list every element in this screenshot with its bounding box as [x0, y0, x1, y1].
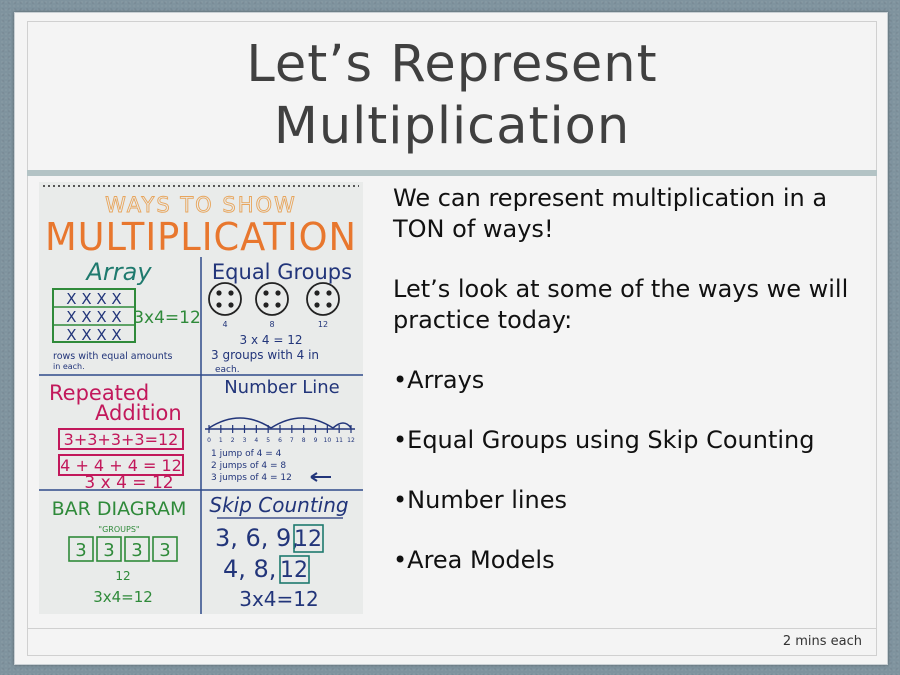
- bar-title: BAR DIAGRAM: [52, 498, 187, 520]
- numberline-tick-label: 1: [219, 437, 223, 444]
- poster-header-big: MULTIPLICATION: [45, 215, 357, 259]
- numberline-tick-label: 10: [324, 437, 332, 444]
- lead-paragraph: Let’s look at some of the ways we will p…: [393, 275, 849, 334]
- repeated-eq-1: 3+3+3+3=12: [64, 430, 179, 449]
- slide: Let’s Represent Multiplication WAYS TO S…: [14, 12, 888, 665]
- numberline-tick-label: 8: [302, 437, 306, 444]
- bar-total: 12: [115, 569, 130, 583]
- footer-bar: 2 mins each: [27, 628, 877, 656]
- bullet-equal-groups: •Equal Groups using Skip Counting: [393, 426, 815, 454]
- numberline-tick-label: 0: [207, 437, 211, 444]
- groups-title: Equal Groups: [212, 260, 352, 284]
- anchor-chart-image: WAYS TO SHOW MULTIPLICATION Array X X X …: [39, 182, 363, 614]
- numberline-note-1: 1 jump of 4 = 4: [211, 449, 282, 459]
- skip-row-2: 4, 8,: [223, 555, 276, 583]
- skip-row-1: 3, 6, 9,: [215, 524, 299, 552]
- repeated-title-2: Addition: [95, 401, 182, 425]
- bar-cell-3: 3: [131, 540, 142, 561]
- array-note-1: rows with equal amounts: [53, 351, 172, 362]
- slide-body-text: We can represent multiplication in a TON…: [393, 183, 863, 605]
- groups-equation: 3 x 4 = 12: [240, 333, 303, 347]
- bullet-area-models: •Area Models: [393, 546, 555, 574]
- numberline-tick-label: 12: [347, 437, 355, 444]
- numberline-tick-label: 11: [335, 437, 343, 444]
- slide-title-line-2: Multiplication: [273, 97, 631, 156]
- numberline-tick-label: 4: [254, 437, 258, 444]
- array-note-2: in each.: [53, 362, 85, 371]
- array-row-3: X X X X: [66, 326, 121, 344]
- poster-header-small: WAYS TO SHOW: [105, 193, 297, 217]
- bullet-number-lines: •Number lines: [393, 486, 568, 514]
- title-box: Let’s Represent Multiplication: [27, 21, 877, 171]
- skip-row-1-box-value: 12: [294, 527, 322, 552]
- array-equation: 3x4=12: [133, 308, 201, 328]
- numberline-tick-label: 6: [278, 437, 282, 444]
- groups-label-1: 4: [222, 320, 227, 329]
- intro-paragraph: We can represent multiplication in a TON…: [393, 184, 828, 243]
- bar-equation: 3x4=12: [93, 588, 153, 606]
- repeated-eq-3: 3 x 4 = 12: [84, 473, 173, 493]
- groups-label-2: 8: [269, 320, 274, 329]
- array-title: Array: [84, 258, 152, 286]
- groups-label-3: 12: [318, 320, 328, 329]
- bar-cell-1: 3: [75, 540, 86, 561]
- array-row-2: X X X X: [66, 308, 121, 326]
- bar-label: "GROUPS": [98, 525, 139, 534]
- array-row-1: X X X X: [66, 290, 121, 308]
- bar-cell-4: 3: [159, 540, 170, 561]
- skip-row-2-box-value: 12: [280, 558, 308, 583]
- bar-cell-2: 3: [103, 540, 114, 561]
- numberline-tick-label: 9: [314, 437, 318, 444]
- numberline-title: Number Line: [224, 377, 340, 398]
- numberline-note-2: 2 jumps of 4 = 8: [211, 461, 286, 471]
- numberline-tick-label: 2: [231, 437, 235, 444]
- skip-title: Skip Counting: [209, 493, 348, 517]
- numberline-note-3: 3 jumps of 4 = 12: [211, 473, 292, 483]
- numberline-tick-label: 7: [290, 437, 294, 444]
- anchor-chart-drawing: WAYS TO SHOW MULTIPLICATION Array X X X …: [39, 182, 363, 614]
- footer-note: 2 mins each: [782, 634, 862, 649]
- groups-note-1: 3 groups with 4 in: [211, 348, 319, 362]
- bullet-arrays: •Arrays: [393, 366, 485, 394]
- groups-note-2: each.: [215, 365, 240, 375]
- numberline-tick-label: 3: [243, 437, 247, 444]
- skip-equation: 3x4=12: [239, 587, 319, 611]
- slide-title-line-1: Let’s Represent: [246, 35, 658, 94]
- numberline-tick-label: 5: [266, 437, 270, 444]
